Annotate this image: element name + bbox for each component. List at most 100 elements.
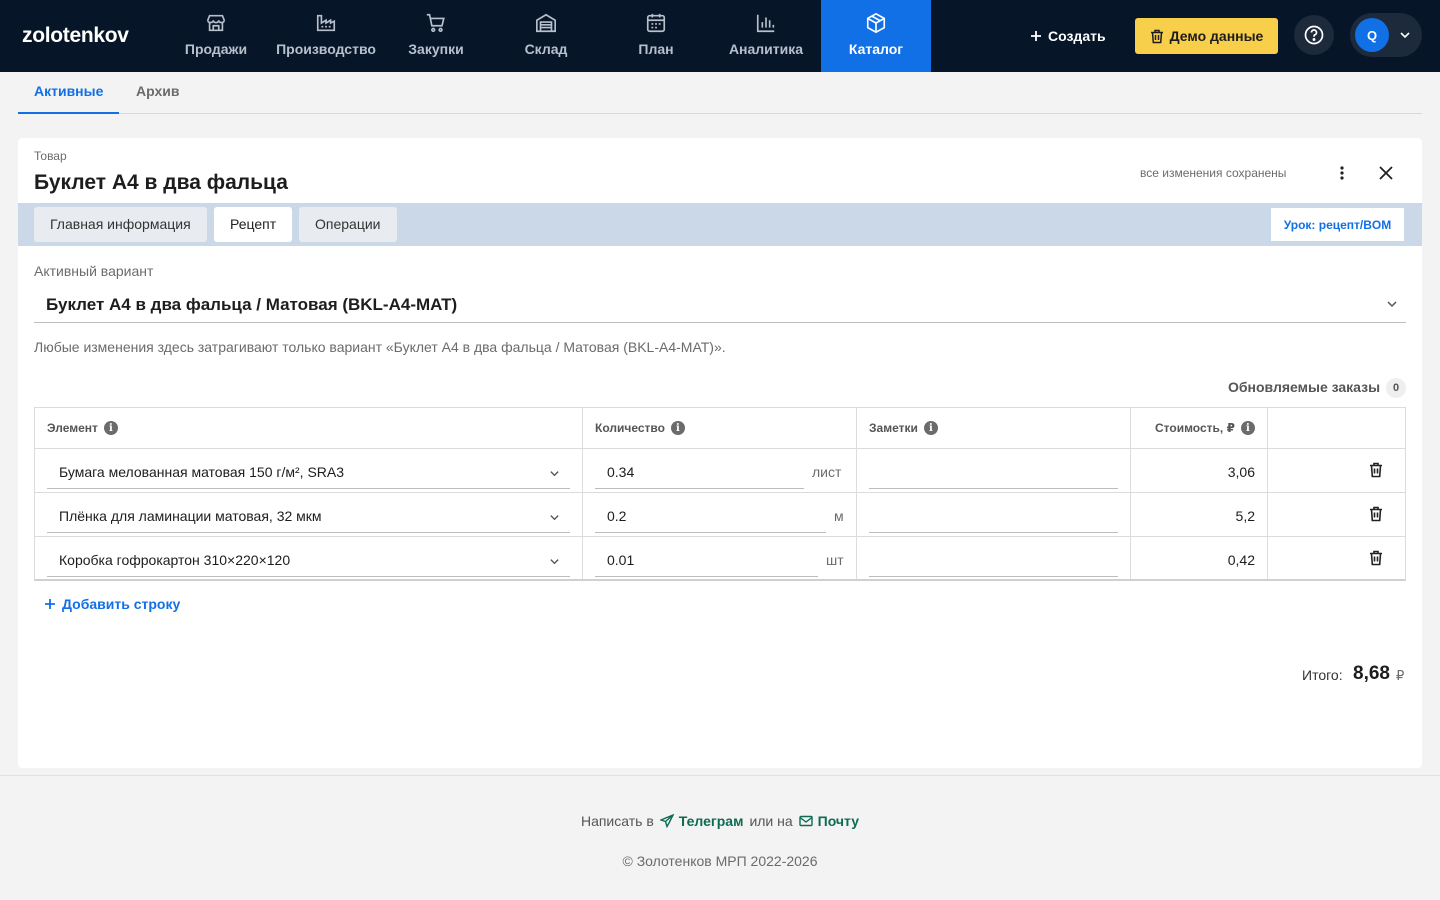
column-header-label: Количество xyxy=(595,421,665,435)
updated-orders-count: 0 xyxy=(1386,378,1406,398)
delete-row-button[interactable] xyxy=(1367,461,1385,479)
nav-item-plan[interactable]: План xyxy=(601,0,711,72)
delete-row-button[interactable] xyxy=(1367,505,1385,523)
page-title: Буклет А4 в два фальца xyxy=(34,171,288,194)
total-value: 8,68 xyxy=(1353,663,1390,684)
question-circle-icon xyxy=(1304,25,1324,45)
trash-icon xyxy=(1370,550,1382,566)
unit-label: лист xyxy=(812,464,842,480)
nav-label: Закупки xyxy=(408,41,464,57)
nav-label: Продажи xyxy=(184,41,248,57)
trash-icon xyxy=(1370,462,1382,478)
footer-divider xyxy=(0,775,1440,776)
variant-note: Любые изменения здесь затрагивают только… xyxy=(34,339,726,355)
column-header-label: Элемент xyxy=(47,421,98,435)
create-button-label: Создать xyxy=(1048,28,1106,44)
updated-orders-label: Обновляемые заказы xyxy=(1228,379,1381,395)
notes-input[interactable] xyxy=(869,451,1118,489)
trash-icon xyxy=(1370,506,1382,522)
info-icon[interactable]: i xyxy=(670,421,685,435)
create-button[interactable]: Создать xyxy=(1020,20,1116,52)
brand-logo[interactable]: zolotenkov xyxy=(22,24,129,48)
plus-icon xyxy=(45,599,55,609)
factory-icon xyxy=(316,14,336,32)
demo-data-button[interactable]: Демо данные xyxy=(1135,18,1278,54)
nav-item-catalog[interactable]: Каталог xyxy=(821,0,931,72)
column-header-item: Элемент i xyxy=(47,408,118,448)
tab-active[interactable]: Активные xyxy=(18,72,120,114)
quantity-input[interactable]: 0.01 xyxy=(595,539,818,577)
mail-link[interactable]: Почту xyxy=(798,813,859,829)
product-card: Товар Буклет А4 в два фальца все изменен… xyxy=(18,138,1422,768)
avatar: Q xyxy=(1355,18,1389,52)
nav-label: Склад xyxy=(524,41,568,57)
quantity-value: 0.2 xyxy=(607,508,627,524)
recipe-table: Элемент i Количество i Заметки i Стоимос… xyxy=(34,407,1406,581)
chevron-down-icon xyxy=(550,471,559,477)
detail-tabs: Главная информация Рецепт Операции Урок:… xyxy=(18,203,1422,246)
close-button[interactable] xyxy=(1374,162,1398,184)
chevron-down-icon xyxy=(1400,32,1410,39)
box-icon xyxy=(866,12,886,34)
more-vertical-icon xyxy=(1340,166,1344,180)
footer-contact: Написать в Телеграм или на Почту xyxy=(0,813,1440,829)
chevron-down-icon xyxy=(550,515,559,521)
nav-item-purchases[interactable]: Закупки xyxy=(381,0,491,72)
plus-icon xyxy=(1031,31,1041,41)
chevron-down-icon xyxy=(550,559,559,565)
help-button[interactable] xyxy=(1294,15,1334,55)
tab-recipe[interactable]: Рецепт xyxy=(214,207,293,242)
nav-item-warehouse[interactable]: Склад xyxy=(491,0,601,72)
add-row-button[interactable]: Добавить строку xyxy=(44,596,180,612)
warehouse-icon xyxy=(536,13,556,33)
cost-value: 0,42 xyxy=(1227,552,1255,568)
column-header-cost: Стоимость, ₽ i xyxy=(1155,408,1255,448)
quantity-value: 0.34 xyxy=(607,464,635,480)
top-navigation-bar: zolotenkov Продажи Производство Закупки … xyxy=(0,0,1440,72)
tab-operations[interactable]: Операции xyxy=(299,207,397,242)
tab-main-info[interactable]: Главная информация xyxy=(34,207,207,242)
footer-or-to: или на xyxy=(749,813,793,829)
bar-chart-icon xyxy=(756,14,775,33)
user-menu-button[interactable]: Q xyxy=(1350,13,1422,57)
variant-value: Буклет А4 в два фальца / Матовая (BKL-A4… xyxy=(46,295,458,314)
copyright: © Золотенков МРП 2022-2026 xyxy=(622,853,818,869)
quantity-input[interactable]: 0.34 xyxy=(595,451,804,489)
variant-label: Активный вариант xyxy=(34,263,154,279)
notes-input[interactable] xyxy=(869,539,1118,577)
nav-item-analytics[interactable]: Аналитика xyxy=(711,0,821,72)
telegram-label: Телеграм xyxy=(678,813,744,829)
unit-label: шт xyxy=(826,552,844,568)
variant-select[interactable]: Буклет А4 в два фальца / Матовая (BKL-A4… xyxy=(34,286,1406,323)
info-icon[interactable]: i xyxy=(923,421,938,435)
store-icon xyxy=(206,14,226,32)
item-select[interactable]: Плёнка для ламинации матовая, 32 мкм xyxy=(47,495,570,533)
calendar-icon xyxy=(646,13,666,33)
tab-archive[interactable]: Архив xyxy=(120,72,195,114)
nav-label: Производство xyxy=(276,41,376,57)
delete-row-button[interactable] xyxy=(1367,549,1385,567)
quantity-input[interactable]: 0.2 xyxy=(595,495,826,533)
total-currency: ₽ xyxy=(1396,668,1405,683)
column-header-notes: Заметки i xyxy=(869,408,938,448)
telegram-link[interactable]: Телеграм xyxy=(659,813,744,829)
unit-label: м xyxy=(834,508,844,524)
add-row-label: Добавить строку xyxy=(62,596,181,612)
nav-item-production[interactable]: Производство xyxy=(271,0,381,72)
notes-input[interactable] xyxy=(869,495,1118,533)
cart-icon xyxy=(426,13,445,33)
item-select-value: Бумага мелованная матовая 150 г/м², SRA3 xyxy=(59,464,345,480)
more-options-button[interactable] xyxy=(1332,162,1352,184)
info-icon[interactable]: i xyxy=(103,421,118,435)
chevron-down-icon xyxy=(1387,301,1397,308)
save-status: все изменения сохранены xyxy=(1140,166,1287,180)
item-select[interactable]: Бумага мелованная матовая 150 г/м², SRA3 xyxy=(47,451,570,489)
item-select[interactable]: Коробка гофрокартон 310×220×120 xyxy=(47,539,570,577)
nav-label: Каталог xyxy=(848,41,904,57)
nav-item-sales[interactable]: Продажи xyxy=(161,0,271,72)
cost-value: 5,2 xyxy=(1235,508,1255,524)
column-header-label: Стоимость, ₽ xyxy=(1155,421,1235,435)
lesson-recipe-link[interactable]: Урок: рецепт/BOM xyxy=(1270,207,1405,242)
demo-data-label: Демо данные xyxy=(1169,28,1264,44)
info-icon[interactable]: i xyxy=(1240,421,1255,435)
